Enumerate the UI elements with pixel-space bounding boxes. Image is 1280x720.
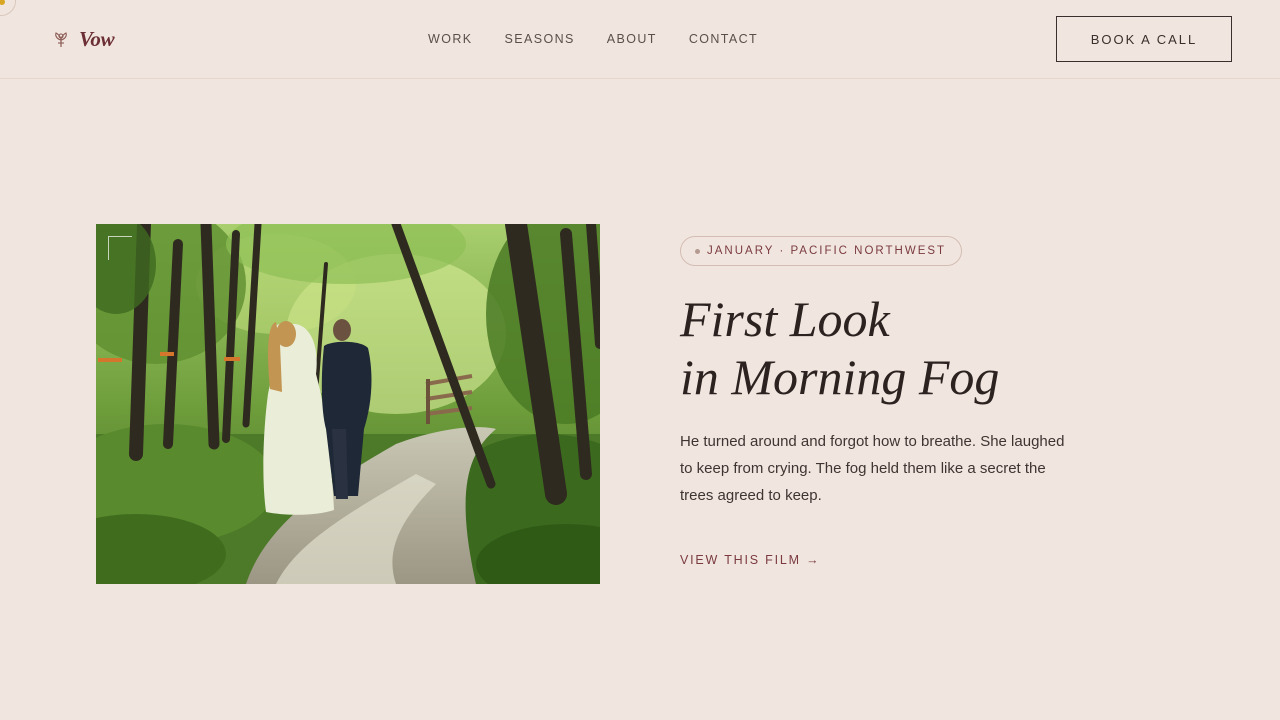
brand-name: Vow	[79, 26, 115, 51]
feature-title: First Look in Morning Fog	[680, 290, 1240, 406]
tag-dot-icon	[695, 248, 700, 254]
season-location-tag: JANUARY · PACIFIC NORTHWEST	[680, 236, 963, 266]
nav-item-seasons[interactable]: SEASONS	[505, 31, 575, 47]
book-a-call-button[interactable]: BOOK A CALL	[1056, 16, 1232, 62]
view-film-link[interactable]: VIEW THIS FILM →	[680, 553, 820, 567]
photo-frame-corner	[108, 236, 132, 260]
feature-title-line2: in Morning Fog	[680, 349, 1000, 405]
bouquet-icon	[55, 32, 67, 47]
tag-label: JANUARY · PACIFIC NORTHWEST	[707, 245, 947, 257]
nav-item-contact[interactable]: CONTACT	[689, 31, 758, 47]
brand-logo[interactable]: Vow	[52, 26, 115, 52]
feature-title-line1: First Look	[680, 291, 890, 347]
nav-item-about[interactable]: ABOUT	[607, 31, 657, 47]
main-nav: WORK SEASONS ABOUT CONTACT	[428, 31, 758, 47]
feature-photo	[96, 224, 600, 584]
nav-item-work[interactable]: WORK	[428, 31, 473, 47]
feature-description: He turned around and forgot how to breat…	[680, 433, 1065, 504]
site-header: Vow WORK SEASONS ABOUT CONTACT BOOK A CA…	[0, 0, 1280, 79]
